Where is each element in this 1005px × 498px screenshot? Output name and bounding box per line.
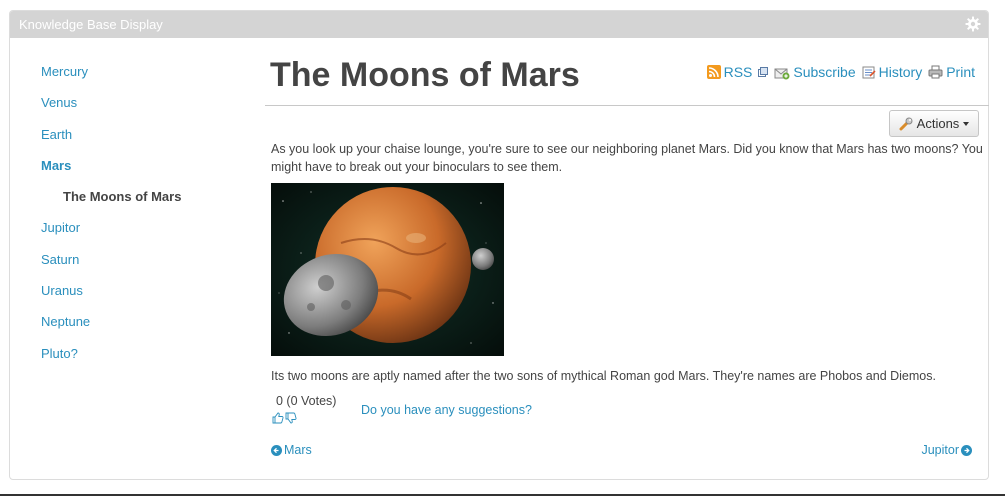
nav-item-moons-of-mars[interactable]: The Moons of Mars (41, 188, 241, 219)
print-label: Print (946, 64, 975, 80)
thumbs-down-icon[interactable] (285, 412, 297, 424)
gear-icon[interactable] (965, 16, 981, 32)
history-label: History (878, 64, 923, 80)
sidebar-nav: Mercury Venus Earth Mars The Moons of Ma… (41, 63, 241, 376)
portlet: Knowledge Base Display Mercury Venus Ear… (9, 10, 989, 480)
rating-thumbs (272, 412, 297, 424)
article-title: The Moons of Mars (270, 56, 580, 94)
nav-item-neptune[interactable]: Neptune (41, 313, 241, 344)
history-link[interactable]: History (862, 64, 923, 80)
popup-icon[interactable] (758, 67, 769, 77)
arrow-left-icon (271, 444, 282, 456)
print-link[interactable]: Print (928, 64, 975, 80)
mars-moons-image (271, 183, 504, 356)
nav-item-mercury[interactable]: Mercury (41, 63, 241, 94)
subscribe-link[interactable]: Subscribe (774, 64, 856, 80)
arrow-right-icon (961, 444, 972, 456)
prev-article-link[interactable]: Mars (271, 443, 312, 457)
article-intro: As you look up your chaise lounge, you'r… (271, 142, 983, 174)
bottom-border (0, 494, 1005, 496)
portlet-title: Knowledge Base Display (19, 17, 163, 32)
article-toolbar: RSS Subscribe History Print (706, 64, 975, 80)
nav-item-uranus[interactable]: Uranus (41, 282, 241, 313)
next-article-label: Jupitor (921, 443, 959, 457)
actions-label: Actions (916, 116, 960, 131)
rss-label: RSS (723, 64, 753, 80)
prev-article-label: Mars (284, 443, 312, 457)
title-divider (265, 105, 989, 106)
rss-icon (706, 65, 721, 79)
rss-link[interactable]: RSS (706, 64, 753, 80)
nav-item-mars[interactable]: Mars (41, 157, 241, 188)
nav-item-earth[interactable]: Earth (41, 126, 241, 157)
history-icon (862, 66, 876, 79)
actions-button[interactable]: Actions (889, 110, 979, 137)
suggestions-link[interactable]: Do you have any suggestions? (361, 403, 532, 417)
portlet-titlebar: Knowledge Base Display (10, 11, 988, 38)
nav-item-saturn[interactable]: Saturn (41, 251, 241, 282)
wrench-icon (899, 117, 913, 130)
nav-item-jupitor[interactable]: Jupitor (41, 219, 241, 250)
nav-item-pluto[interactable]: Pluto? (41, 345, 241, 376)
subscribe-icon (774, 68, 790, 80)
chevron-down-icon (963, 121, 970, 126)
print-icon (928, 65, 943, 79)
nav-item-venus[interactable]: Venus (41, 94, 241, 125)
article-body: Its two moons are aptly named after the … (271, 369, 936, 383)
thumbs-up-icon[interactable] (272, 412, 284, 424)
next-article-link[interactable]: Jupitor (921, 443, 972, 457)
vote-count: 0 (0 Votes) (276, 394, 337, 408)
subscribe-label: Subscribe (793, 64, 856, 80)
